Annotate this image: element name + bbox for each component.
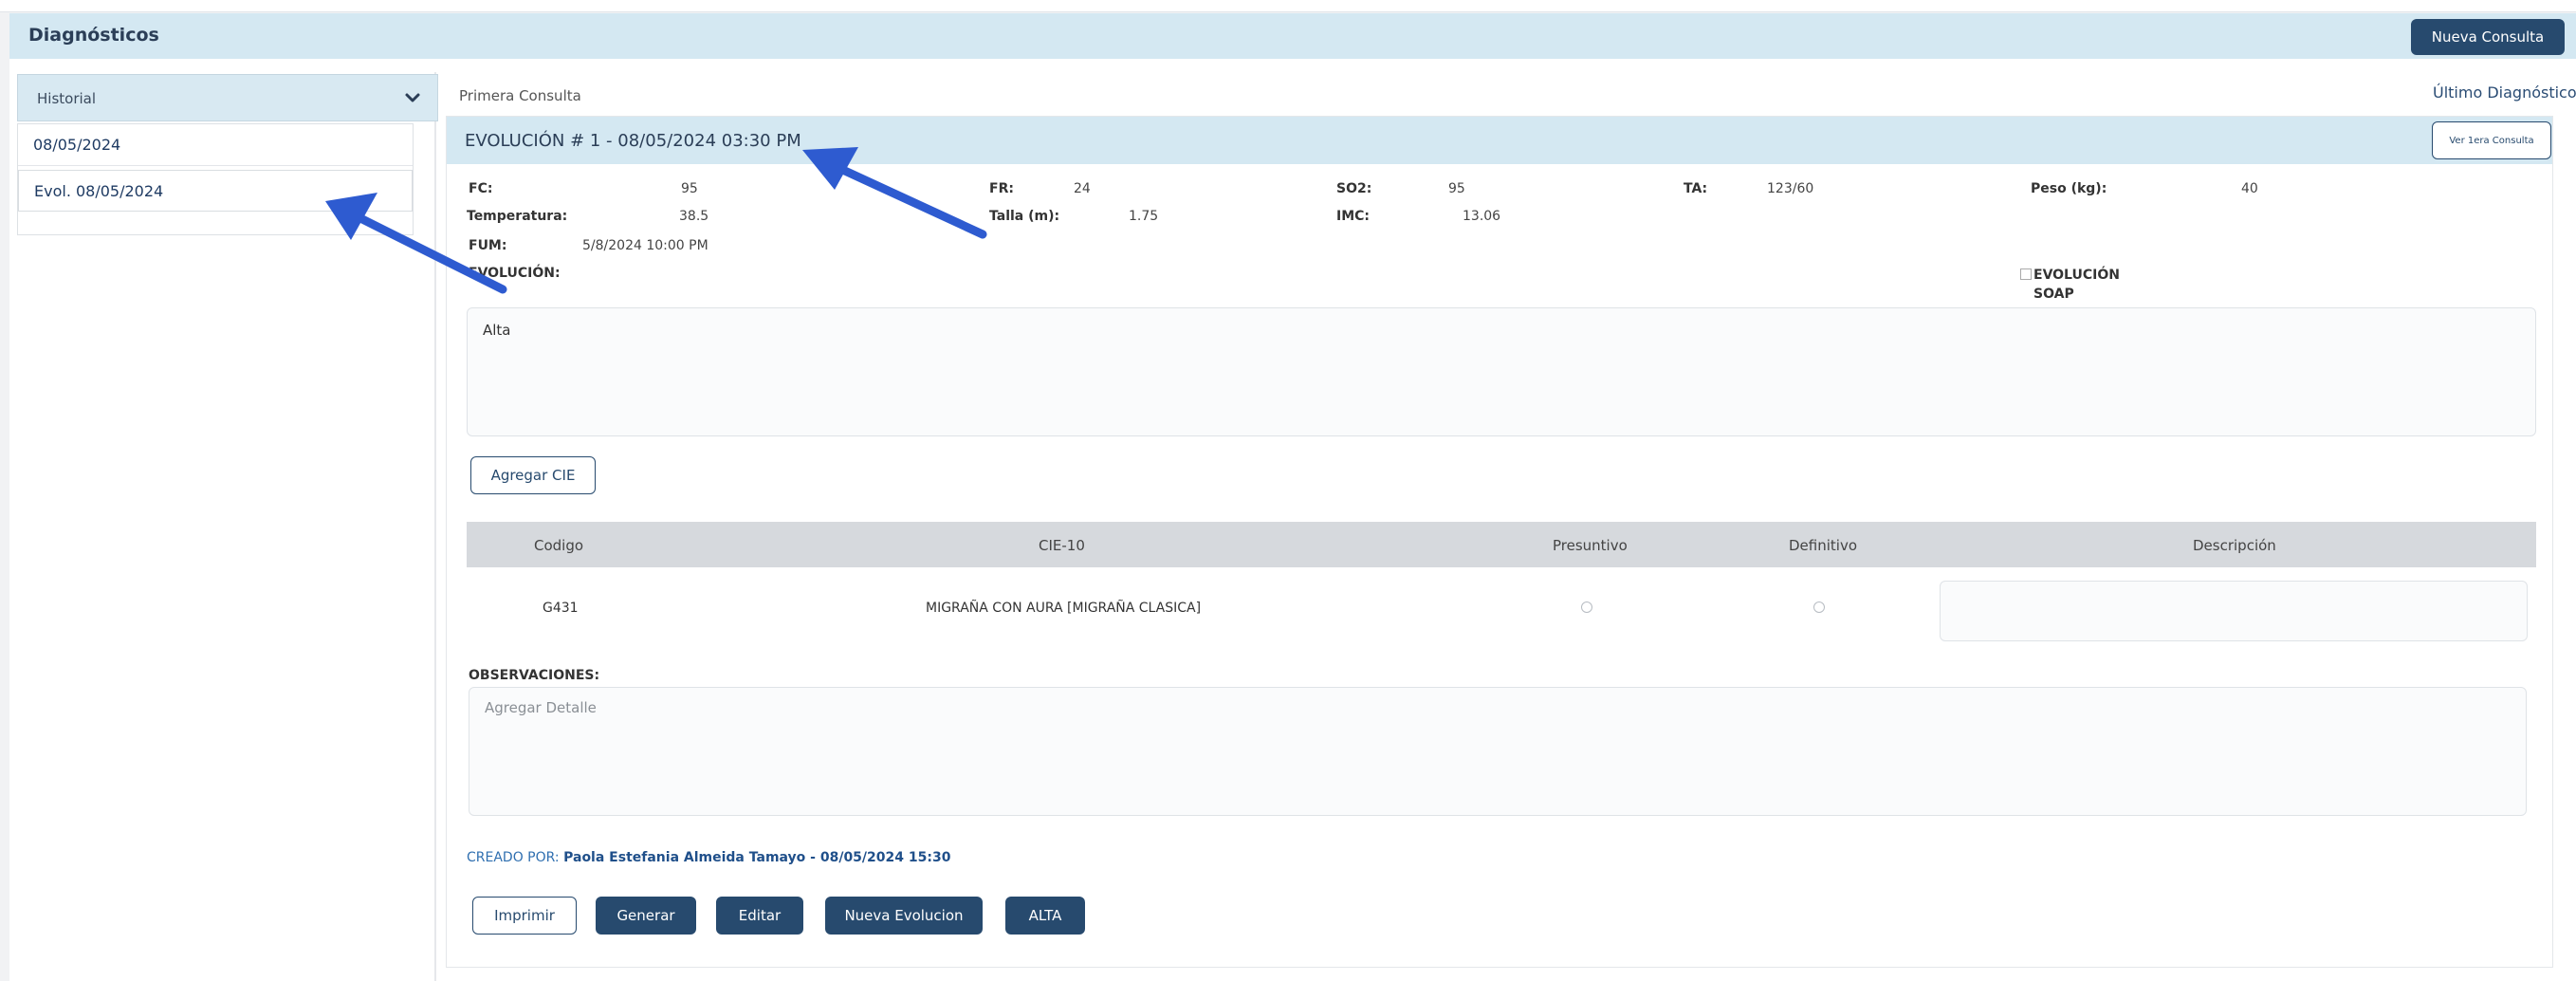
column-header: CIE-10 xyxy=(1039,537,1085,554)
fc-label: FC: xyxy=(469,181,493,196)
descripcion-input[interactable] xyxy=(1940,581,2528,641)
historial-label: Historial xyxy=(37,90,97,107)
imprimir-button[interactable]: Imprimir xyxy=(472,897,577,935)
ta-value: 123/60 xyxy=(1767,181,1814,196)
column-header: Descripción xyxy=(2193,537,2276,554)
temperatura-value: 38.5 xyxy=(679,209,709,224)
page-title: Diagnósticos xyxy=(28,25,159,46)
agregar-cie-button[interactable]: Agregar CIE xyxy=(470,456,596,494)
nueva-evolucion-button[interactable]: Nueva Evolucion xyxy=(825,897,983,935)
page-header: Diagnósticos xyxy=(9,13,2576,59)
primera-consulta-link[interactable]: Primera Consulta xyxy=(459,87,581,104)
so2-value: 95 xyxy=(1448,181,1465,196)
so2-label: SO2: xyxy=(1336,181,1372,196)
editar-button[interactable]: Editar xyxy=(716,897,803,935)
talla-label: Talla (m): xyxy=(989,209,1060,224)
generar-button[interactable]: Generar xyxy=(596,897,696,935)
list-item[interactable]: 08/05/2024 xyxy=(18,124,413,166)
evolucion-textarea[interactable]: Alta xyxy=(467,307,2536,436)
column-header: Presuntivo xyxy=(1553,537,1628,554)
created-by-prefix: CREADO POR: xyxy=(467,850,560,865)
card-title: EVOLUCIÓN # 1 - 08/05/2024 03:30 PM xyxy=(465,131,801,151)
definitivo-radio[interactable] xyxy=(1813,602,1825,613)
list-item-label: Evol. 08/05/2024 xyxy=(34,182,164,200)
cie-cell: MIGRAÑA CON AURA [MIGRAÑA CLASICA] xyxy=(926,601,1202,616)
top-strip xyxy=(0,0,2576,12)
chevron-down-icon[interactable] xyxy=(403,88,422,107)
soap-checkbox[interactable] xyxy=(2020,268,2032,280)
imc-value: 13.06 xyxy=(1463,209,1501,224)
historial-list: 08/05/2024 Evol. 08/05/2024 xyxy=(17,123,414,235)
alta-button[interactable]: ALTA xyxy=(1005,897,1085,935)
temperatura-label: Temperatura: xyxy=(467,209,568,224)
sidebar: Historial 08/05/2024 Evol. 08/05/2024 xyxy=(9,72,438,981)
historial-dropdown[interactable]: Historial xyxy=(17,74,438,121)
nueva-consulta-button[interactable]: Nueva Consulta xyxy=(2411,19,2565,55)
soap-label: EVOLUCIÓN SOAP xyxy=(2033,268,2120,302)
peso-value: 40 xyxy=(2241,181,2258,196)
imc-label: IMC: xyxy=(1336,209,1371,224)
evolucion-text: Alta xyxy=(483,322,511,339)
fum-value: 5/8/2024 10:00 PM xyxy=(582,238,708,253)
talla-value: 1.75 xyxy=(1129,209,1159,224)
fc-value: 95 xyxy=(681,181,698,196)
list-item[interactable]: Evol. 08/05/2024 xyxy=(18,170,413,212)
created-by-name: Paola Estefania Almeida Tamayo - 08/05/2… xyxy=(563,850,951,865)
observaciones-label: OBSERVACIONES: xyxy=(469,668,600,683)
observaciones-placeholder: Agregar Detalle xyxy=(485,699,597,716)
column-header: Definitivo xyxy=(1789,537,1858,554)
evolucion-label: EVOLUCIÓN: xyxy=(469,266,561,281)
peso-label: Peso (kg): xyxy=(2031,181,2107,196)
ultimo-diagnostico-link[interactable]: Último Diagnóstico - xyxy=(2433,83,2576,102)
ver-primera-consulta-button[interactable]: Ver 1era Consulta xyxy=(2432,121,2551,159)
observaciones-textarea[interactable]: Agregar Detalle xyxy=(469,687,2527,816)
table-header: Codigo CIE-10 Presuntivo Definitivo Desc… xyxy=(467,522,2536,567)
fum-label: FUM: xyxy=(469,238,507,253)
fr-value: 24 xyxy=(1074,181,1091,196)
created-by: CREADO POR: Paola Estefania Almeida Tama… xyxy=(467,850,950,865)
fr-label: FR: xyxy=(989,181,1014,196)
codigo-cell: G431 xyxy=(543,601,579,616)
list-item-label: 08/05/2024 xyxy=(33,136,121,154)
presuntivo-radio[interactable] xyxy=(1581,602,1592,613)
ta-label: TA: xyxy=(1684,181,1708,196)
column-header: Codigo xyxy=(534,537,584,554)
